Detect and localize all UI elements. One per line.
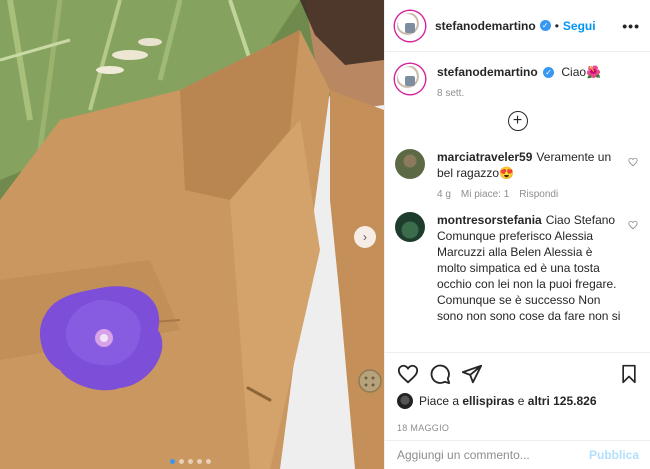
photo-image — [0, 0, 384, 469]
verified-icon: ✓ — [539, 20, 551, 31]
carousel-dot — [197, 459, 202, 464]
share-icon[interactable] — [461, 363, 483, 385]
post-side-panel: stefanodemartino ✓ • Segui ••• stefanode… — [384, 0, 650, 469]
follow-button[interactable]: Segui — [563, 19, 596, 33]
reply-button[interactable]: Rispondi — [519, 189, 558, 200]
carousel-dot — [188, 459, 193, 464]
add-comment-bar: Pubblica — [385, 440, 650, 469]
post-photo[interactable]: › — [0, 0, 384, 469]
heart-icon[interactable] — [628, 157, 638, 167]
load-more-comments: + — [395, 111, 640, 131]
comments-list[interactable]: stefanodemartino ✓ Ciao🌺 8 sett. + marci… — [385, 52, 650, 350]
caption-time[interactable]: 8 sett. — [437, 88, 464, 99]
publish-button[interactable]: Pubblica — [589, 448, 639, 462]
avatar[interactable] — [395, 149, 425, 179]
carousel-dot — [206, 459, 211, 464]
caption-row: stefanodemartino ✓ Ciao🌺 8 sett. — [395, 64, 640, 99]
comment-username[interactable]: montresorstefania — [437, 213, 542, 227]
comment-text: marciatraveler59 Veramente un bel ragazzo… — [437, 149, 622, 181]
carousel-indicator — [170, 459, 211, 464]
comment-icon[interactable] — [429, 363, 451, 385]
caption-username[interactable]: stefanodemartino — [437, 65, 538, 79]
likes-count[interactable]: altri 125.826 — [528, 394, 597, 408]
author-username[interactable]: stefanodemartino — [435, 19, 536, 33]
post-date[interactable]: 18 MAGGIO — [397, 423, 639, 433]
more-options-icon[interactable]: ••• — [622, 18, 640, 34]
carousel-dot — [179, 459, 184, 464]
comment-likes[interactable]: Mi piace: 1 — [461, 189, 509, 200]
post-actions: Piace a ellispiras e altri 125.826 18 MA… — [385, 352, 650, 433]
chevron-right-icon: › — [363, 230, 367, 244]
carousel-dot — [170, 459, 175, 464]
comment-body: Ciao Stefano Comunque preferisco Alessia… — [437, 213, 621, 323]
plus-circle-icon[interactable]: + — [507, 111, 528, 131]
caption-body: Ciao — [561, 65, 587, 79]
verified-icon: ✓ — [543, 67, 555, 79]
caption-text: stefanodemartino ✓ Ciao🌺 — [437, 64, 622, 80]
post-header: stefanodemartino ✓ • Segui ••• — [385, 0, 650, 52]
comment-item: montresorstefania Ciao Stefano Comunque p… — [395, 212, 640, 324]
comment-item: marciatraveler59 Veramente un bel ragazzo… — [395, 149, 640, 200]
likes-user[interactable]: ellispiras — [462, 394, 514, 408]
comment-username[interactable]: marciatraveler59 — [437, 150, 532, 164]
comment-text: montresorstefania Ciao Stefano Comunque p… — [437, 212, 622, 324]
hibiscus-emoji: 🌺 — [586, 65, 602, 79]
comment-meta: 4 g Mi piace: 1 Rispondi — [437, 189, 622, 200]
bookmark-icon[interactable] — [619, 363, 639, 385]
heart-icon[interactable] — [628, 220, 638, 230]
separator-dot: • — [554, 18, 559, 33]
likes-summary: Piace a ellispiras e altri 125.826 — [397, 393, 639, 409]
action-icons — [397, 361, 639, 387]
comment-input[interactable] — [397, 448, 589, 462]
likes-middle: e — [517, 394, 525, 408]
comment-time[interactable]: 4 g — [437, 189, 451, 200]
likes-prefix: Piace a — [419, 394, 460, 408]
avatar[interactable] — [395, 64, 425, 94]
avatar[interactable] — [395, 10, 425, 41]
avatar[interactable] — [395, 212, 425, 242]
caption-meta: 8 sett. — [437, 88, 622, 99]
avatar[interactable] — [397, 393, 413, 409]
carousel-next-button[interactable]: › — [354, 226, 376, 248]
heart-icon[interactable] — [397, 363, 419, 385]
